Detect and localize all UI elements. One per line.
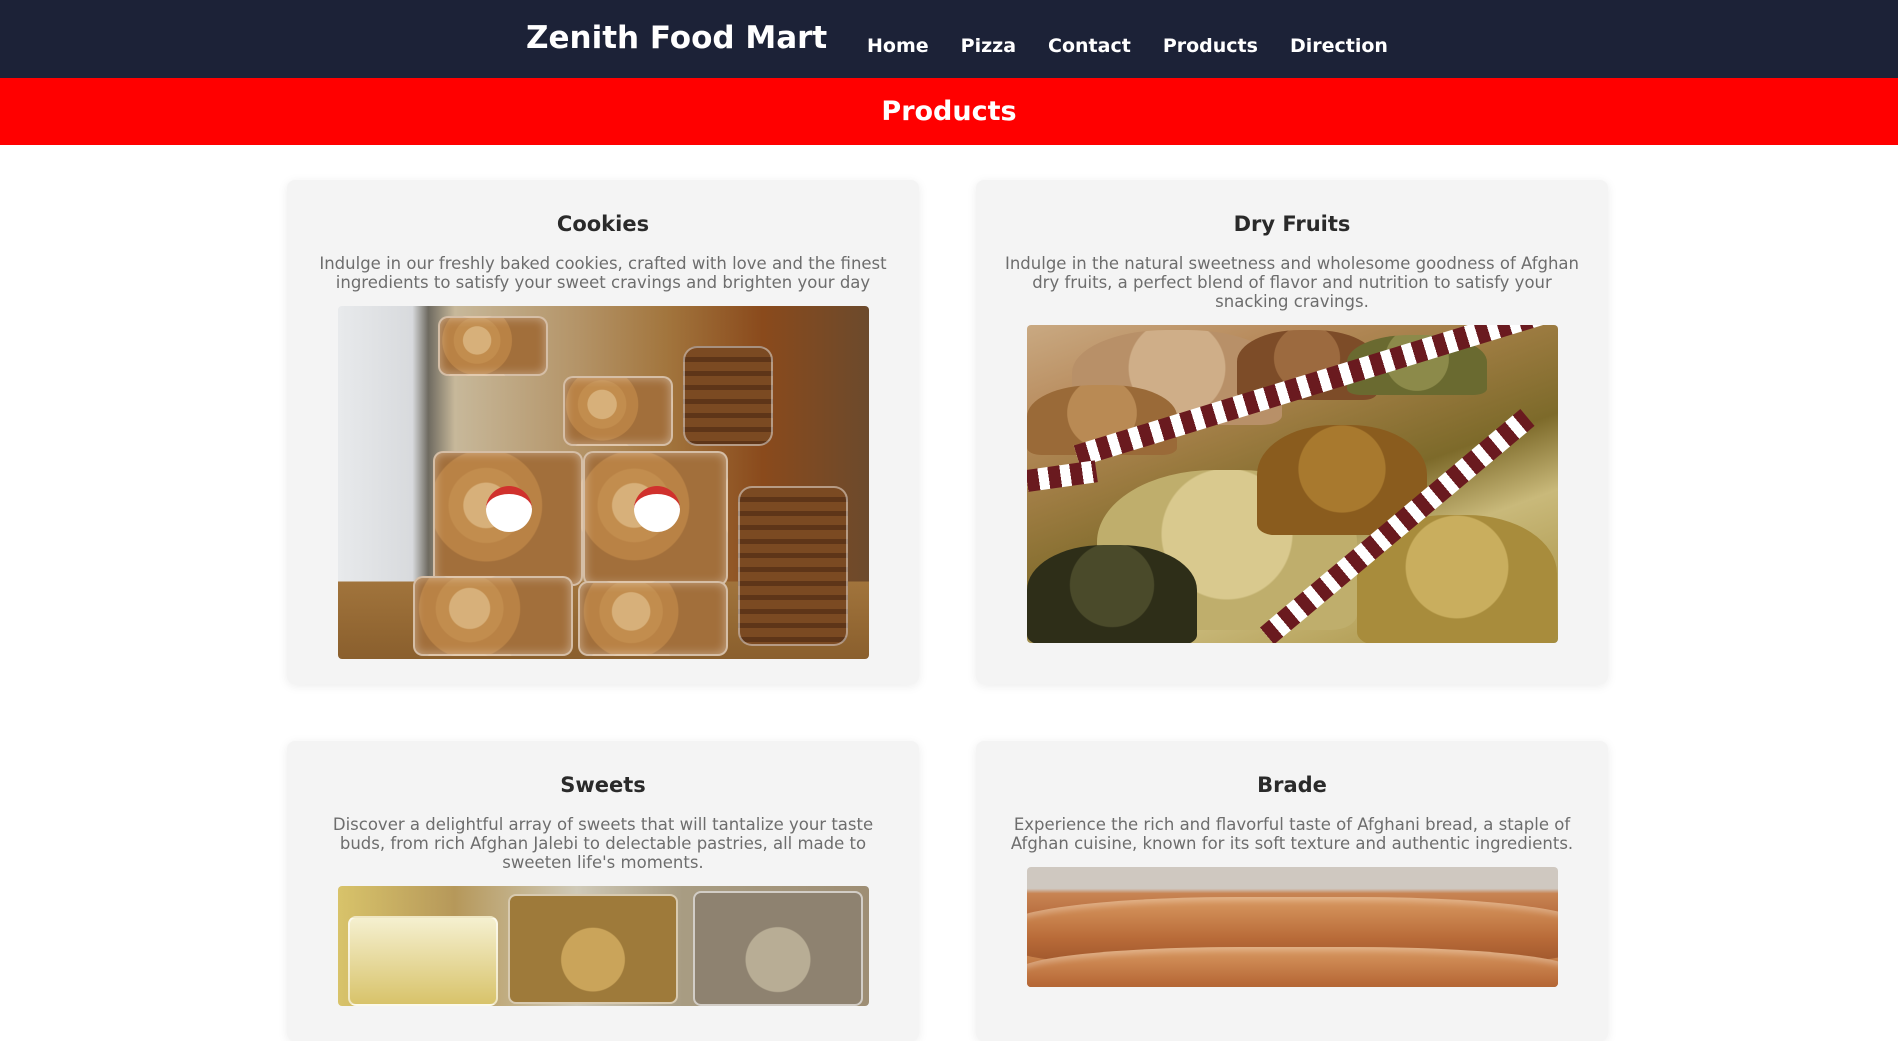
product-card-dry-fruits: Dry Fruits Indulge in the natural sweetn…	[976, 180, 1608, 684]
page-title-band: Products	[0, 78, 1898, 145]
bread-photo	[1027, 867, 1558, 987]
dry-fruits-photo	[1027, 325, 1558, 643]
product-card-sweets: Sweets Discover a delightful array of sw…	[287, 741, 919, 1041]
product-title: Dry Fruits	[1233, 212, 1351, 236]
nav-direction-link[interactable]: Direction	[1290, 35, 1388, 57]
nav-pizza-link[interactable]: Pizza	[961, 35, 1016, 57]
product-description: Experience the rich and flavorful taste …	[1010, 815, 1574, 853]
cookies-photo	[338, 306, 869, 659]
nav-home-link[interactable]: Home	[867, 35, 929, 57]
sweets-photo	[338, 886, 869, 1006]
nav-contact-link[interactable]: Contact	[1048, 35, 1131, 57]
product-title: Sweets	[560, 773, 646, 797]
product-description: Indulge in the natural sweetness and who…	[1004, 254, 1580, 311]
page-title: Products	[881, 96, 1017, 127]
product-card-brade: Brade Experience the rich and flavorful …	[976, 741, 1608, 1041]
product-description: Discover a delightful array of sweets th…	[332, 815, 874, 872]
product-title: Brade	[1257, 773, 1327, 797]
product-title: Cookies	[556, 212, 650, 236]
product-card-cookies: Cookies Indulge in our freshly baked coo…	[287, 180, 919, 684]
brand-logo[interactable]: Zenith Food Mart	[526, 20, 827, 56]
nav-products-link[interactable]: Products	[1163, 35, 1258, 57]
main-nav: Home Pizza Contact Products Direction	[867, 35, 1420, 57]
top-navbar: Zenith Food Mart Home Pizza Contact Prod…	[0, 0, 1898, 78]
product-description: Indulge in our freshly baked cookies, cr…	[319, 254, 887, 292]
